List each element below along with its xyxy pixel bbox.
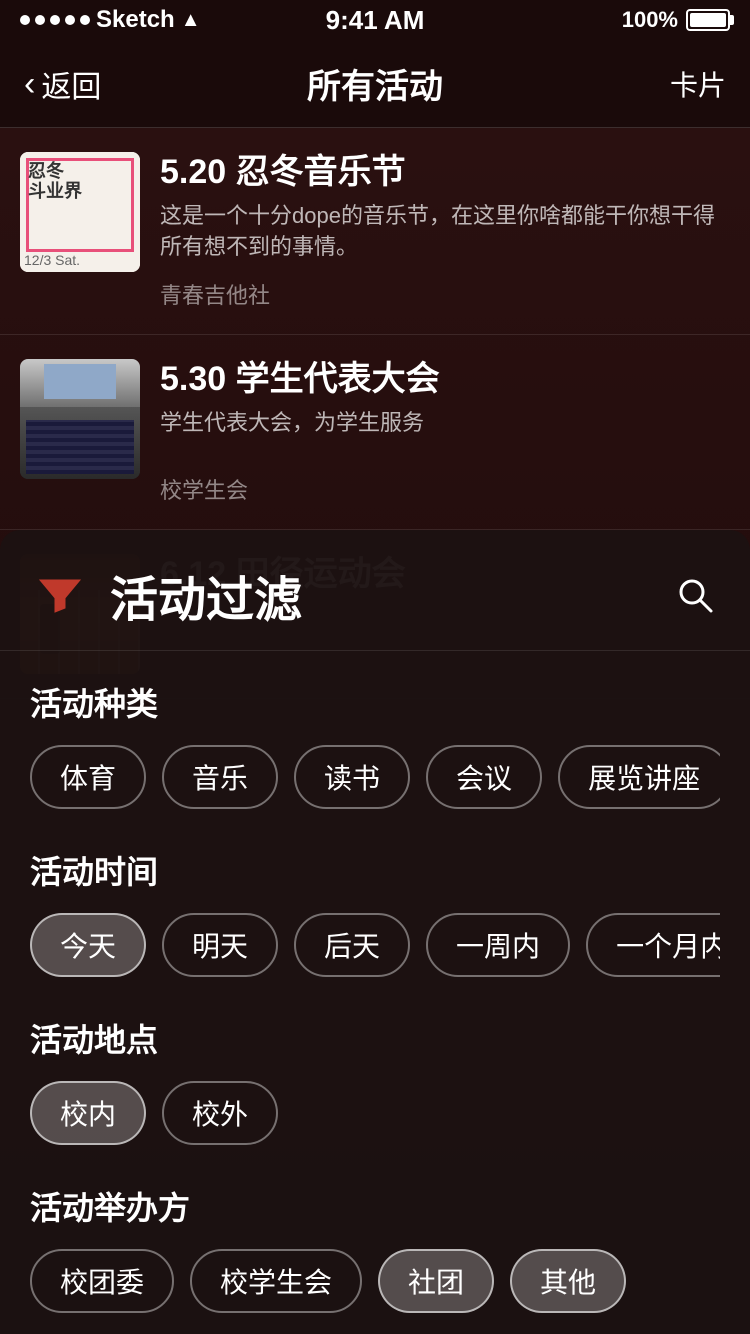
signal-dot-5 (80, 15, 90, 25)
wifi-icon: ▲ (181, 9, 201, 32)
signal-dot-3 (50, 15, 60, 25)
filter-section-title: 活动种类 (30, 679, 720, 725)
signal-dot-4 (65, 15, 75, 25)
filter-tag[interactable]: 一周内 (426, 913, 570, 977)
filter-tags-time: 今天 明天 后天 一周内 一个月内 (30, 913, 720, 977)
status-time: 9:41 AM (326, 5, 425, 36)
filter-tag[interactable]: 其他 (510, 1249, 626, 1313)
activity-item[interactable]: 5.30 学生代表大会 学生代表大会，为学生服务 校学生会 (0, 335, 750, 530)
filter-tag[interactable]: 体育 (30, 745, 146, 809)
filter-tag[interactable]: 校团委 (30, 1249, 174, 1313)
filter-section-type: 活动种类 体育 音乐 读书 会议 展览讲座 (0, 651, 750, 819)
back-label: 返回 (41, 62, 101, 106)
thumb-poster-text: 忍冬斗业界 (28, 162, 82, 202)
back-arrow-icon: ‹ (24, 67, 35, 101)
status-bar: Sketch ▲ 9:41 AM 100% (0, 0, 750, 40)
search-icon[interactable] (670, 570, 720, 620)
filter-tag-truncated[interactable]: 展览讲座 (558, 745, 720, 809)
filter-tag-truncated[interactable]: 一个月内 (586, 913, 720, 977)
status-right: 100% (622, 7, 730, 33)
activity-org: 青春吉他社 (160, 278, 730, 310)
signal-dot-1 (20, 15, 30, 25)
activity-item[interactable]: 忍冬斗业界 12/3 Sat. 5.20 忍冬音乐节 这是一个十分dope的音乐… (0, 128, 750, 335)
battery-percent: 100% (622, 7, 678, 33)
filter-tag[interactable]: 校内 (30, 1081, 146, 1145)
filter-section-location: 活动地点 校内 校外 (0, 987, 750, 1155)
filter-section-time: 活动时间 今天 明天 后天 一周内 一个月内 (0, 819, 750, 987)
activity-info: 5.20 忍冬音乐节 这是一个十分dope的音乐节，在这里你啥都能干你想干得所有… (160, 152, 730, 310)
funnel-icon (30, 565, 90, 625)
signal-dots (20, 15, 90, 25)
view-toggle-button[interactable]: 卡片 (670, 64, 726, 104)
activity-thumbnail (20, 359, 140, 479)
filter-tags-location: 校内 校外 (30, 1081, 720, 1145)
filter-tag[interactable]: 后天 (294, 913, 410, 977)
filter-tag[interactable]: 校学生会 (190, 1249, 362, 1313)
filter-tag[interactable]: 校外 (162, 1081, 278, 1145)
filter-header: 活动过滤 (0, 530, 750, 651)
filter-section-title: 活动举办方 (30, 1183, 720, 1229)
filter-tag[interactable]: 读书 (294, 745, 410, 809)
activity-thumbnail: 忍冬斗业界 12/3 Sat. (20, 152, 140, 272)
battery-icon (686, 9, 730, 31)
activity-org: 校学生会 (160, 473, 730, 505)
activity-title: 5.20 忍冬音乐节 (160, 152, 730, 193)
signal-dot-2 (35, 15, 45, 25)
carrier-label: Sketch (96, 6, 175, 34)
filter-title: 活动过滤 (110, 560, 650, 630)
filter-tag[interactable]: 明天 (162, 913, 278, 977)
filter-tag[interactable]: 今天 (30, 913, 146, 977)
page-title: 所有活动 (307, 59, 443, 108)
activity-info: 5.30 学生代表大会 学生代表大会，为学生服务 校学生会 (160, 359, 730, 505)
back-button[interactable]: ‹ 返回 (24, 62, 101, 106)
activity-title: 5.30 学生代表大会 (160, 359, 730, 400)
status-left: Sketch ▲ (20, 6, 201, 34)
filter-section-title: 活动时间 (30, 847, 720, 893)
filter-section-title: 活动地点 (30, 1015, 720, 1061)
filter-tag[interactable]: 社团 (378, 1249, 494, 1313)
filter-tag[interactable]: 会议 (426, 745, 542, 809)
filter-tags-organizer: 校团委 校学生会 社团 其他 (30, 1249, 720, 1313)
filter-panel: 活动过滤 活动种类 体育 音乐 读书 会议 展览讲座 活动时间 今天 明天 后天… (0, 530, 750, 1334)
filter-section-organizer: 活动举办方 校团委 校学生会 社团 其他 (0, 1155, 750, 1323)
filter-tags-type: 体育 音乐 读书 会议 展览讲座 (30, 745, 720, 809)
activity-desc: 这是一个十分dope的音乐节，在这里你啥都能干你想干得所有想不到的事情。 (160, 201, 730, 263)
activity-desc: 学生代表大会，为学生服务 (160, 408, 730, 439)
filter-tag[interactable]: 音乐 (162, 745, 278, 809)
nav-bar: ‹ 返回 所有活动 卡片 (0, 40, 750, 128)
thumb-date: 12/3 Sat. (24, 252, 80, 268)
